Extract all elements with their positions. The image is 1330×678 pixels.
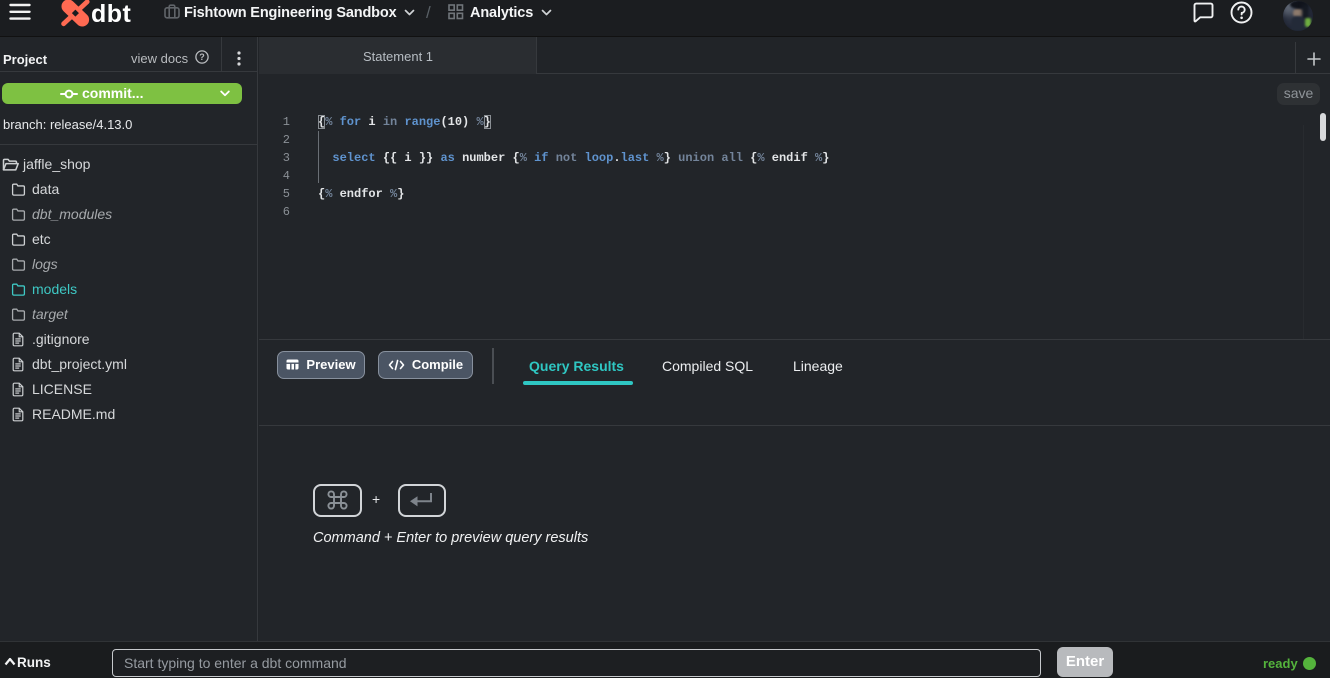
svg-text:?: ? (199, 52, 205, 62)
